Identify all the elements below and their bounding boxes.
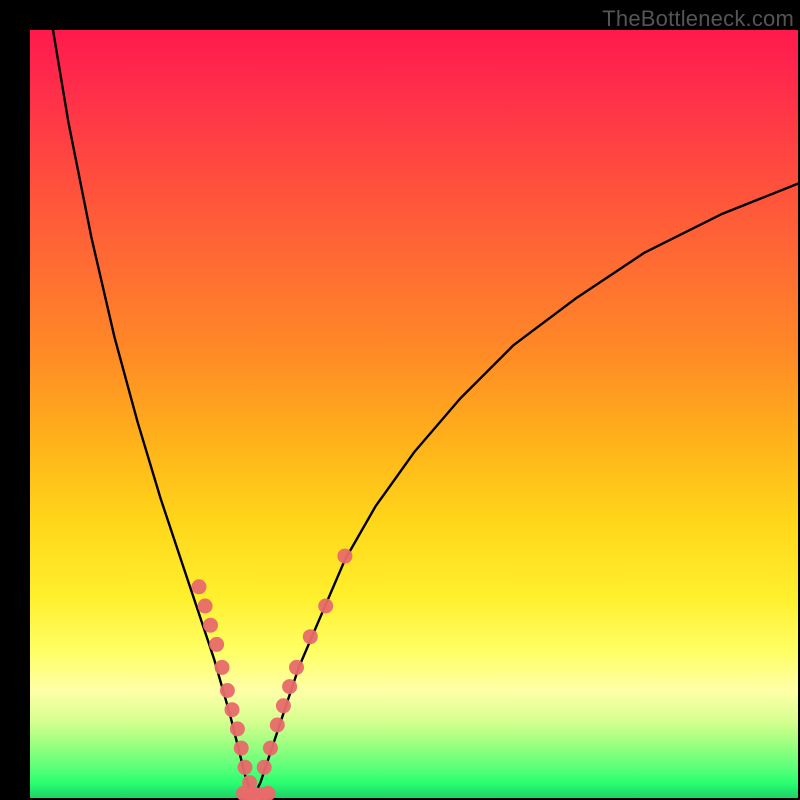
- plot-area: [30, 30, 798, 798]
- data-marker: [220, 683, 235, 698]
- data-marker: [238, 760, 253, 775]
- data-marker: [282, 679, 297, 694]
- data-marker: [203, 618, 218, 633]
- data-marker: [270, 718, 285, 733]
- data-marker: [225, 702, 240, 717]
- data-marker: [230, 721, 245, 736]
- watermark-text: TheBottleneck.com: [602, 6, 794, 32]
- chart-svg: [30, 30, 798, 798]
- data-marker: [209, 637, 224, 652]
- data-marker: [257, 760, 272, 775]
- data-marker: [192, 579, 207, 594]
- data-marker: [263, 741, 278, 756]
- data-marker: [198, 599, 213, 614]
- bottleneck-curve: [53, 30, 798, 798]
- data-marker: [276, 698, 291, 713]
- data-marker: [289, 660, 304, 675]
- data-marker: [337, 549, 352, 564]
- data-marker: [303, 629, 318, 644]
- data-marker: [234, 741, 249, 756]
- data-marker: [215, 660, 230, 675]
- data-marker: [318, 599, 333, 614]
- chart-frame: TheBottleneck.com: [0, 0, 800, 800]
